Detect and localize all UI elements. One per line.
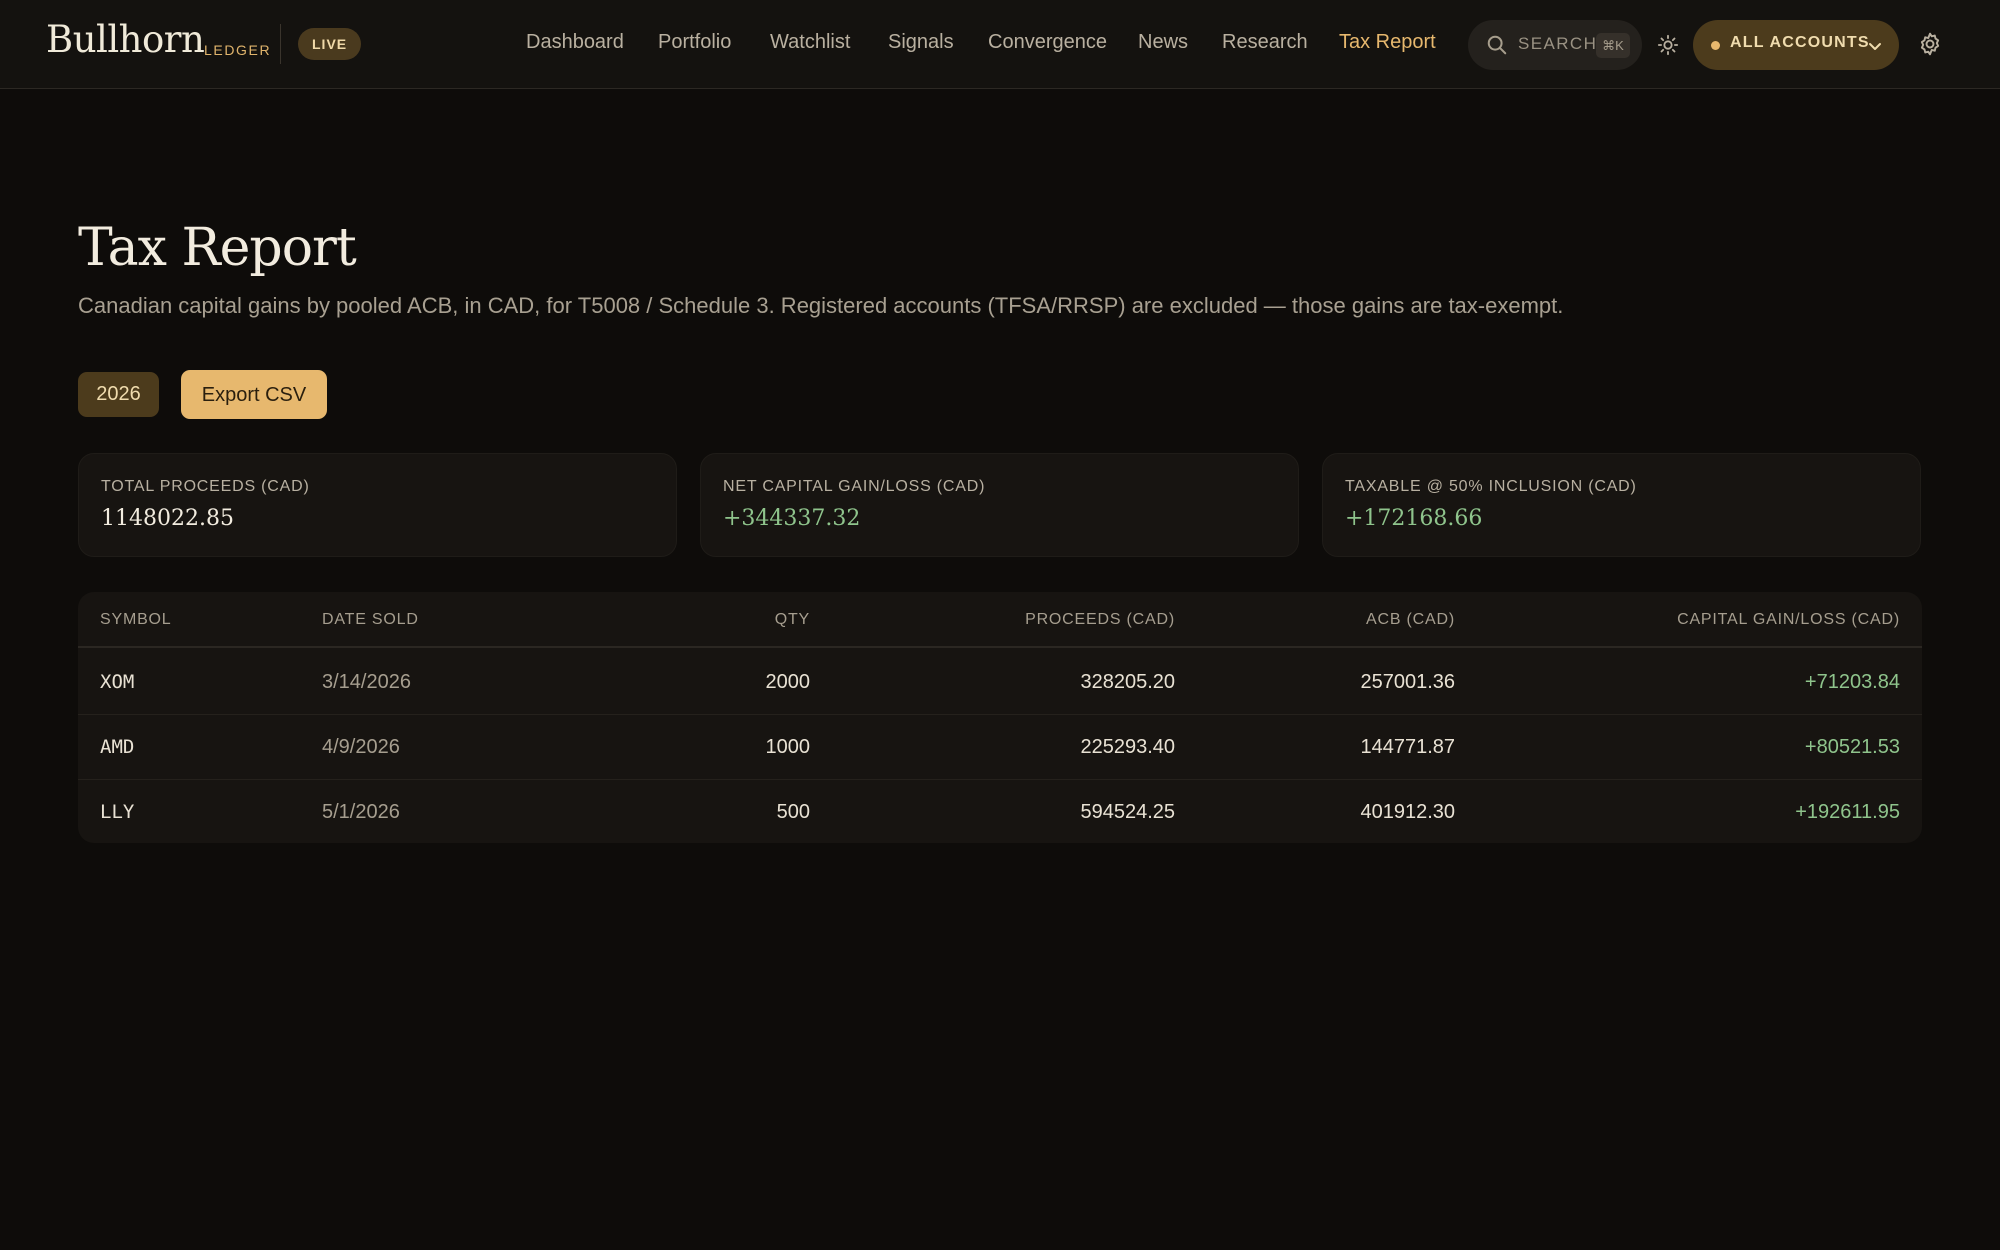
nav-item-research[interactable]: Research (1222, 31, 1308, 54)
cell-acb: 401912.30 (1360, 801, 1455, 823)
sun-icon[interactable] (1657, 34, 1679, 56)
nav-item-news[interactable]: News (1138, 31, 1188, 54)
cell-symbol: AMD (100, 736, 135, 758)
account-selector[interactable]: ALL ACCOUNTS (1693, 20, 1899, 70)
card-label: TAXABLE @ 50% INCLUSION (CAD) (1345, 478, 1637, 495)
cell-date-sold: 4/9/2026 (322, 736, 400, 758)
account-status-dot (1711, 41, 1720, 50)
column-header-symbol[interactable]: SYMBOL (100, 611, 172, 629)
cell-qty: 2000 (765, 671, 811, 693)
card-value: 1148022.85 (101, 506, 234, 531)
column-header-acb[interactable]: ACB (CAD) (1366, 611, 1455, 629)
nav-item-dashboard[interactable]: Dashboard (526, 31, 624, 54)
cell-symbol: LLY (100, 801, 135, 823)
cell-proceeds: 328205.20 (1080, 671, 1175, 693)
nav-item-portfolio[interactable]: Portfolio (658, 31, 731, 54)
top-bar: Bullhorn LEDGER LIVE Dashboard Portfolio… (0, 0, 2000, 89)
summary-card-taxable: TAXABLE @ 50% INCLUSION (CAD) +172168.66 (1322, 453, 1921, 557)
summary-card-net-gain: NET CAPITAL GAIN/LOSS (CAD) +344337.32 (700, 453, 1299, 557)
page-title: Tax Report (78, 218, 357, 278)
card-label: NET CAPITAL GAIN/LOSS (CAD) (723, 478, 986, 495)
column-header-date-sold[interactable]: DATE SOLD (322, 611, 419, 629)
capital-gains-table: SYMBOL DATE SOLD QTY PROCEEDS (CAD) ACB … (78, 592, 1922, 843)
table-header: SYMBOL DATE SOLD QTY PROCEEDS (CAD) ACB … (78, 592, 1922, 648)
cell-proceeds: 594524.25 (1080, 801, 1175, 823)
account-selector-label: ALL ACCOUNTS (1730, 34, 1870, 51)
search-button[interactable]: SEARCH ⌘K (1468, 20, 1642, 70)
table-row[interactable]: LLY 5/1/2026 500 594524.25 401912.30 +19… (78, 780, 1922, 843)
cell-qty: 1000 (765, 736, 811, 758)
card-value: +172168.66 (1345, 506, 1483, 531)
nav-item-tax-report[interactable]: Tax Report (1339, 31, 1436, 54)
column-header-proceeds[interactable]: PROCEEDS (CAD) (1025, 611, 1175, 629)
cell-capital-gain: +192611.95 (1795, 801, 1900, 823)
search-label: SEARCH (1518, 34, 1598, 53)
search-shortcut: ⌘K (1596, 33, 1630, 58)
chevron-down-icon (1869, 43, 1881, 50)
cell-acb: 257001.36 (1360, 671, 1455, 693)
cell-date-sold: 3/14/2026 (322, 671, 411, 693)
nav-item-watchlist[interactable]: Watchlist (770, 31, 850, 54)
summary-card-total-proceeds: TOTAL PROCEEDS (CAD) 1148022.85 (78, 453, 677, 557)
cell-capital-gain: +80521.53 (1804, 736, 1900, 758)
gear-icon[interactable] (1917, 31, 1943, 57)
column-header-capital-gain[interactable]: CAPITAL GAIN/LOSS (CAD) (1677, 611, 1900, 629)
card-value: +344337.32 (723, 506, 861, 531)
card-label: TOTAL PROCEEDS (CAD) (101, 478, 310, 495)
page-subtitle: Canadian capital gains by pooled ACB, in… (78, 293, 1564, 318)
column-header-qty[interactable]: QTY (775, 611, 810, 629)
table-row[interactable]: XOM 3/14/2026 2000 328205.20 257001.36 +… (78, 650, 1922, 715)
nav-item-convergence[interactable]: Convergence (988, 31, 1107, 54)
table-row[interactable]: AMD 4/9/2026 1000 225293.40 144771.87 +8… (78, 715, 1922, 780)
year-selector[interactable]: 2026 (78, 372, 159, 417)
export-csv-button[interactable]: Export CSV (181, 370, 327, 419)
nav-item-signals[interactable]: Signals (888, 31, 954, 54)
cell-proceeds: 225293.40 (1080, 736, 1175, 758)
search-icon (1487, 35, 1507, 55)
cell-date-sold: 5/1/2026 (322, 801, 400, 823)
cell-acb: 144771.87 (1360, 736, 1455, 758)
cell-symbol: XOM (100, 671, 135, 693)
cell-qty: 500 (776, 801, 810, 823)
cell-capital-gain: +71203.84 (1804, 671, 1900, 693)
